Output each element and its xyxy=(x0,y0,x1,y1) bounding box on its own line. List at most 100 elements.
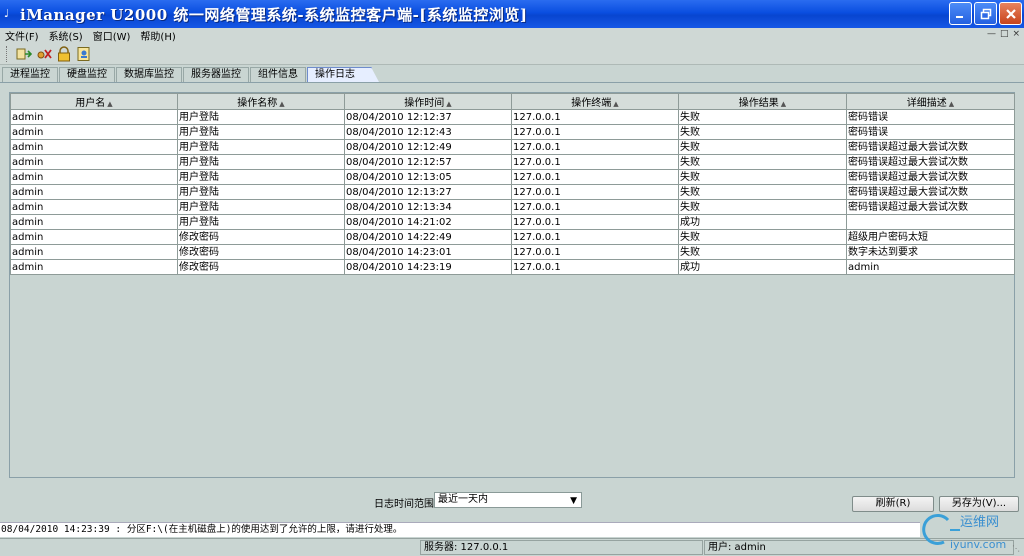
time-range-select[interactable]: 最近一天内 ▼ xyxy=(434,492,582,508)
save-as-button[interactable]: 另存为(V)... xyxy=(939,496,1019,512)
table-row[interactable]: admin 用户登陆 08/04/2010 12:13:34 127.0.0.1 失败密… xyxy=(10,199,1015,215)
cell-terminal: 127.0.0.1 xyxy=(511,169,679,185)
tab-component-info[interactable]: 组件信息 xyxy=(250,67,306,82)
table-row[interactable]: admin 用户登陆 08/04/2010 14:21:02 127.0.0.1 成功 xyxy=(10,214,1015,230)
connect-button[interactable] xyxy=(15,45,32,62)
cell-operation: 用户登陆 xyxy=(177,139,345,155)
cell-time: 08/04/2010 14:23:01 xyxy=(344,244,512,260)
cell-time: 08/04/2010 12:12:57 xyxy=(344,154,512,170)
connect-icon xyxy=(16,48,32,59)
cell-operation: 用户登陆 xyxy=(177,109,345,125)
table-row[interactable]: admin 修改密码 08/04/2010 14:23:19 127.0.0.1 成功 a… xyxy=(10,259,1015,275)
menu-window[interactable]: 窗口(W) xyxy=(88,28,136,43)
column-header-operation[interactable]: 操作名称 ▲ xyxy=(177,93,345,110)
cell-user: admin xyxy=(10,184,178,200)
log-table: 用户名 ▲ 操作名称 ▲ 操作时间 ▲ 操作终端 ▲ 操作结果 ▲ 详细描述 ▲ admin… xyxy=(10,93,1015,275)
minimize-button[interactable] xyxy=(949,2,972,25)
tab-operation-log[interactable]: 操作日志 xyxy=(307,67,379,82)
app-icon[interactable]: ♩ xyxy=(4,8,16,20)
restore-button[interactable] xyxy=(974,2,997,25)
column-header-label: 操作结果 xyxy=(738,98,779,109)
cell-time: 08/04/2010 14:21:02 xyxy=(344,214,512,230)
table-row[interactable]: admin 用户登陆 08/04/2010 12:12:37 127.0.0.1 失败密… xyxy=(10,109,1015,125)
tab-disk-monitor[interactable]: 硬盘监控 xyxy=(59,67,115,82)
mdi-close-icon[interactable]: × xyxy=(1012,29,1020,39)
cell-time: 08/04/2010 12:13:34 xyxy=(344,199,512,215)
cell-user: admin xyxy=(10,154,178,170)
disconnect-icon xyxy=(37,48,52,59)
cell-time: 08/04/2010 14:23:19 xyxy=(344,259,512,275)
cell-detail: 密码错误超过最大尝试次数 xyxy=(846,169,1015,185)
cell-result: 失败 xyxy=(678,199,847,215)
cell-time: 08/04/2010 12:13:05 xyxy=(344,169,512,185)
cell-terminal: 127.0.0.1 xyxy=(511,244,679,260)
menu-system[interactable]: 系统(S) xyxy=(44,28,88,43)
column-header-user[interactable]: 用户名 ▲ xyxy=(10,93,178,110)
cell-result: 失败 xyxy=(678,169,847,185)
column-header-label: 操作名称 xyxy=(237,98,278,109)
lock-button[interactable] xyxy=(55,45,72,62)
menu-help[interactable]: 帮助(H) xyxy=(135,28,180,43)
table-body: admin 用户登陆 08/04/2010 12:12:37 127.0.0.1 失败密… xyxy=(10,109,1015,275)
time-range-value: 最近一天内 xyxy=(438,494,488,505)
cell-result: 成功 xyxy=(678,214,847,230)
cell-operation: 修改密码 xyxy=(177,259,345,275)
cell-terminal: 127.0.0.1 xyxy=(511,214,679,230)
cell-time: 08/04/2010 12:12:49 xyxy=(344,139,512,155)
table-header-row: 用户名 ▲ 操作名称 ▲ 操作时间 ▲ 操作终端 ▲ 操作结果 ▲ 详细描述 ▲ xyxy=(10,93,1015,110)
table-row[interactable]: admin 用户登陆 08/04/2010 12:13:27 127.0.0.1 失败密… xyxy=(10,184,1015,200)
cell-result: 失败 xyxy=(678,229,847,245)
cell-operation: 用户登陆 xyxy=(177,124,345,140)
mdi-minimize-icon[interactable]: — xyxy=(987,29,996,39)
toolbar xyxy=(0,43,1024,65)
lock-icon xyxy=(57,45,70,61)
cell-detail: 超级用户密码太短 xyxy=(846,229,1015,245)
sort-up-icon: ▲ xyxy=(613,100,619,108)
minimize-icon xyxy=(956,16,963,18)
column-header-terminal[interactable]: 操作终端 ▲ xyxy=(511,93,679,110)
tab-server-monitor[interactable]: 服务器监控 xyxy=(183,67,249,82)
cell-user: admin xyxy=(10,244,178,260)
column-header-time[interactable]: 操作时间 ▲ xyxy=(344,93,512,110)
column-header-detail[interactable]: 详细描述 ▲ xyxy=(846,93,1015,110)
title-bar: ♩ iManager U2000 统一网络管理系统-系统监控客户端-[系统监控浏… xyxy=(0,0,1024,28)
close-icon xyxy=(1005,8,1016,19)
tab-process-monitor[interactable]: 进程监控 xyxy=(2,67,58,82)
watermark-text-cn: 运维网 xyxy=(960,515,999,530)
table-row[interactable]: admin 用户登陆 08/04/2010 12:12:43 127.0.0.1 失败密… xyxy=(10,124,1015,140)
dropdown-arrow-icon[interactable]: ▼ xyxy=(570,494,577,508)
toolbar-grip[interactable] xyxy=(6,45,9,62)
cell-user: admin xyxy=(10,214,178,230)
logout-icon xyxy=(77,46,89,61)
sort-up-icon: ▲ xyxy=(107,100,113,108)
disconnect-button[interactable] xyxy=(35,45,52,62)
table-row[interactable]: admin 修改密码 08/04/2010 14:22:49 127.0.0.1 失败超… xyxy=(10,229,1015,245)
cell-terminal: 127.0.0.1 xyxy=(511,259,679,275)
column-header-result[interactable]: 操作结果 ▲ xyxy=(678,93,847,110)
resize-grip-icon[interactable]: ⋱ xyxy=(1012,544,1022,554)
table-row[interactable]: admin 修改密码 08/04/2010 14:23:01 127.0.0.1 失败数… xyxy=(10,244,1015,260)
cell-result: 成功 xyxy=(678,259,847,275)
cell-result: 失败 xyxy=(678,109,847,125)
close-button[interactable] xyxy=(999,2,1022,25)
cell-terminal: 127.0.0.1 xyxy=(511,229,679,245)
column-header-label: 操作时间 xyxy=(404,98,445,109)
menu-file[interactable]: 文件(F) xyxy=(0,28,44,43)
cell-detail: 密码错误超过最大尝试次数 xyxy=(846,139,1015,155)
column-header-label: 操作终端 xyxy=(571,98,612,109)
cell-operation: 用户登陆 xyxy=(177,169,345,185)
table-row[interactable]: admin 用户登陆 08/04/2010 12:13:05 127.0.0.1 失败密… xyxy=(10,169,1015,185)
cell-operation: 用户登陆 xyxy=(177,214,345,230)
menu-bar: 文件(F) 系统(S) 窗口(W) 帮助(H) — □ × xyxy=(0,28,1024,43)
cell-time: 08/04/2010 12:12:37 xyxy=(344,109,512,125)
cell-detail: admin xyxy=(846,259,1015,275)
sort-up-icon: ▲ xyxy=(780,100,787,108)
mdi-restore-icon[interactable]: □ xyxy=(1000,29,1009,39)
refresh-button[interactable]: 刷新(R) xyxy=(852,496,934,512)
cell-terminal: 127.0.0.1 xyxy=(511,109,679,125)
logout-button[interactable] xyxy=(75,45,92,62)
cell-detail: 密码错误超过最大尝试次数 xyxy=(846,199,1015,215)
table-row[interactable]: admin 用户登陆 08/04/2010 12:12:49 127.0.0.1 失败密… xyxy=(10,139,1015,155)
tab-database-monitor[interactable]: 数据库监控 xyxy=(116,67,182,82)
table-row[interactable]: admin 用户登陆 08/04/2010 12:12:57 127.0.0.1 失败密… xyxy=(10,154,1015,170)
